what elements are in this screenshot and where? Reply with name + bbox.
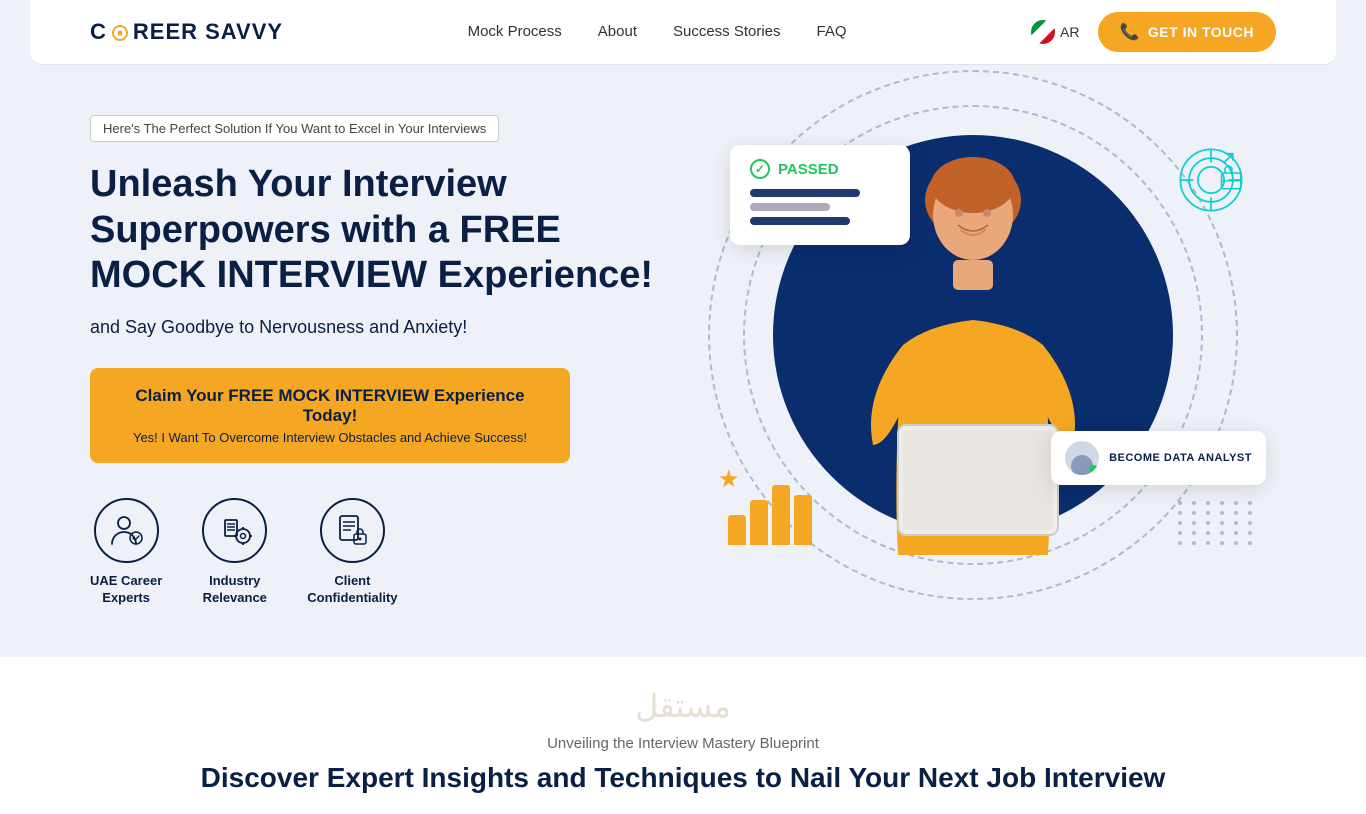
progress-bar-1 bbox=[750, 189, 890, 197]
logo-circle-icon bbox=[112, 25, 128, 41]
target-icon-card bbox=[1176, 145, 1246, 215]
bottom-subtitle: Unveiling the Interview Mastery Blueprin… bbox=[90, 735, 1276, 752]
dot-grid-item bbox=[1192, 521, 1196, 525]
passed-label: ✓ PASSED bbox=[750, 159, 890, 179]
hero-title-line1: Unleash Your Interview bbox=[90, 163, 507, 205]
dot-grid-item bbox=[1234, 531, 1238, 535]
dot-grid-item bbox=[1248, 501, 1252, 505]
claim-cta-button[interactable]: Claim Your FREE MOCK INTERVIEW Experienc… bbox=[90, 368, 570, 463]
analyst-avatar bbox=[1065, 441, 1099, 475]
dot-grid-item bbox=[1178, 521, 1182, 525]
progress-bar-3 bbox=[750, 217, 890, 225]
hero-title-line3: MOCK INTERVIEW Experience! bbox=[90, 254, 653, 296]
dot-grid-item bbox=[1178, 541, 1182, 545]
industry-relevance-icon bbox=[202, 498, 267, 563]
features-row: UAE CareerExperts bbox=[90, 498, 670, 607]
mustaqil-logo: مستقل bbox=[90, 687, 1276, 725]
dot-grid-item bbox=[1234, 501, 1238, 505]
dot-grid-item bbox=[1234, 521, 1238, 525]
uae-experts-icon bbox=[94, 498, 159, 563]
hero-title: Unleash Your Interview Superpowers with … bbox=[90, 162, 670, 299]
dot-grid-item bbox=[1220, 541, 1224, 545]
bar-1 bbox=[728, 515, 746, 545]
hero-subtitle: and Say Goodbye to Nervousness and Anxie… bbox=[90, 317, 670, 338]
nav-mock-process[interactable]: Mock Process bbox=[468, 23, 562, 40]
dot-grid-decoration: // dots rendered via JS below bbox=[1178, 501, 1256, 545]
claim-cta-main-label: Claim Your FREE MOCK INTERVIEW Experienc… bbox=[118, 386, 542, 426]
bar-chart: ★ bbox=[728, 485, 812, 545]
client-confidentiality-label: ClientConfidentiality bbox=[307, 573, 397, 607]
nav-links: Mock Process About Success Stories FAQ bbox=[468, 23, 847, 41]
nav-about[interactable]: About bbox=[598, 23, 637, 40]
passed-card: ✓ PASSED bbox=[730, 145, 910, 245]
lang-label: AR bbox=[1060, 24, 1079, 40]
claim-cta-sub-label: Yes! I Want To Overcome Interview Obstac… bbox=[118, 430, 542, 445]
dot-grid-item bbox=[1178, 501, 1182, 505]
dot-grid-item bbox=[1192, 511, 1196, 515]
analyst-label: BECOME DATA ANALYST bbox=[1109, 452, 1252, 464]
hero-right: ✓ PASSED bbox=[670, 105, 1276, 605]
dot-grid-item bbox=[1206, 541, 1210, 545]
dot-grid-item bbox=[1206, 531, 1210, 535]
dot-grid-item bbox=[1248, 531, 1252, 535]
logo: CREER SAVVY bbox=[90, 19, 283, 45]
dot-grid-item bbox=[1234, 541, 1238, 545]
dot-grid-item bbox=[1220, 531, 1224, 535]
navbar: CREER SAVVY Mock Process About Success S… bbox=[0, 0, 1366, 65]
hero-section: Here's The Perfect Solution If You Want … bbox=[0, 65, 1366, 647]
dot-grid-item bbox=[1192, 531, 1196, 535]
dot-grid-item bbox=[1192, 541, 1196, 545]
feature-industry-relevance: IndustryRelevance bbox=[202, 498, 267, 607]
dot-grid-item bbox=[1178, 531, 1182, 535]
uae-experts-label: UAE CareerExperts bbox=[90, 573, 162, 607]
language-selector[interactable]: AR bbox=[1031, 20, 1079, 44]
industry-relevance-label: IndustryRelevance bbox=[203, 573, 267, 607]
phone-icon: 📞 bbox=[1120, 22, 1140, 42]
dot-grid-item bbox=[1248, 541, 1252, 545]
client-confidentiality-icon bbox=[320, 498, 385, 563]
dot-grid-item bbox=[1206, 521, 1210, 525]
dot-grid-item bbox=[1206, 511, 1210, 515]
bar-4 bbox=[794, 495, 812, 545]
dot-grid-item bbox=[1220, 511, 1224, 515]
dot-grid-item bbox=[1234, 511, 1238, 515]
analyst-online-dot bbox=[1089, 465, 1099, 475]
check-circle-icon: ✓ bbox=[750, 159, 770, 179]
star-icon: ★ bbox=[718, 465, 740, 494]
hero-tag: Here's The Perfect Solution If You Want … bbox=[90, 115, 499, 142]
nav-success-stories[interactable]: Success Stories bbox=[673, 23, 781, 40]
feature-uae-experts: UAE CareerExperts bbox=[90, 498, 162, 607]
dot-grid-item bbox=[1248, 521, 1252, 525]
uae-flag-icon bbox=[1031, 20, 1055, 44]
hero-left: Here's The Perfect Solution If You Want … bbox=[90, 105, 670, 607]
dot-grid-item bbox=[1248, 511, 1252, 515]
bottom-title: Discover Expert Insights and Techniques … bbox=[90, 762, 1276, 794]
bar-2 bbox=[750, 500, 768, 545]
passed-text: PASSED bbox=[778, 161, 839, 178]
nav-faq[interactable]: FAQ bbox=[817, 23, 847, 40]
bar-3 bbox=[772, 485, 790, 545]
hero-title-line2: Superpowers with a FREE bbox=[90, 209, 561, 251]
dot-grid-item bbox=[1206, 501, 1210, 505]
dot-grid-item bbox=[1192, 501, 1196, 505]
dot-grid-item bbox=[1220, 521, 1224, 525]
bottom-section: مستقل Unveiling the Interview Mastery Bl… bbox=[0, 657, 1366, 814]
feature-client-confidentiality: ClientConfidentiality bbox=[307, 498, 397, 607]
dot-grid-item bbox=[1178, 511, 1182, 515]
cta-label: GET IN TOUCH bbox=[1148, 24, 1254, 40]
nav-right: AR 📞 GET IN TOUCH bbox=[1031, 12, 1276, 52]
get-in-touch-button[interactable]: 📞 GET IN TOUCH bbox=[1098, 12, 1277, 52]
analyst-card: BECOME DATA ANALYST bbox=[1051, 431, 1266, 485]
dot-grid-item bbox=[1220, 501, 1224, 505]
progress-bar-2 bbox=[750, 203, 890, 211]
